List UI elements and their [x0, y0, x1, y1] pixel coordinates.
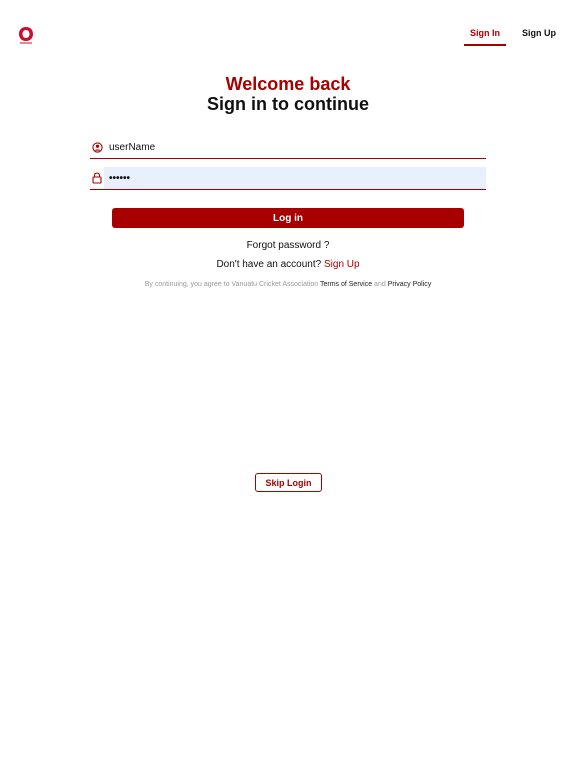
app-logo-icon [19, 27, 33, 44]
user-circle-icon [90, 141, 104, 153]
password-input[interactable]: •••••• [104, 167, 486, 189]
tab-sign-in[interactable]: Sign In [464, 24, 506, 46]
forgot-password-link[interactable]: Forgot password ? [0, 240, 576, 251]
skip-login-button[interactable]: Skip Login [255, 473, 322, 492]
terms-prefix-text: By continuing, you agree to Vanuatu Cric… [144, 281, 319, 288]
signup-link[interactable]: Sign Up [324, 259, 360, 270]
password-field[interactable]: •••••• [90, 167, 486, 190]
lock-icon [90, 172, 104, 184]
tab-sign-up[interactable]: Sign Up [516, 24, 562, 44]
username-field[interactable]: userName [90, 136, 486, 159]
no-account-text: Don't have an account? [216, 259, 322, 270]
privacy-policy-link[interactable]: Privacy Policy [388, 281, 432, 288]
auth-tabs: Sign In Sign Up [464, 24, 562, 46]
terms-notice: By continuing, you agree to Vanuatu Cric… [0, 281, 576, 288]
username-input[interactable]: userName [104, 136, 486, 158]
terms-of-service-link[interactable]: Terms of Service [320, 281, 372, 288]
welcome-heading: Welcome back [225, 74, 351, 94]
terms-and-text: and [374, 281, 386, 288]
page-subtitle: Sign in to continue [207, 94, 369, 114]
login-button[interactable]: Log in [112, 208, 464, 228]
signup-prompt: Don't have an account? Sign Up [0, 259, 576, 270]
